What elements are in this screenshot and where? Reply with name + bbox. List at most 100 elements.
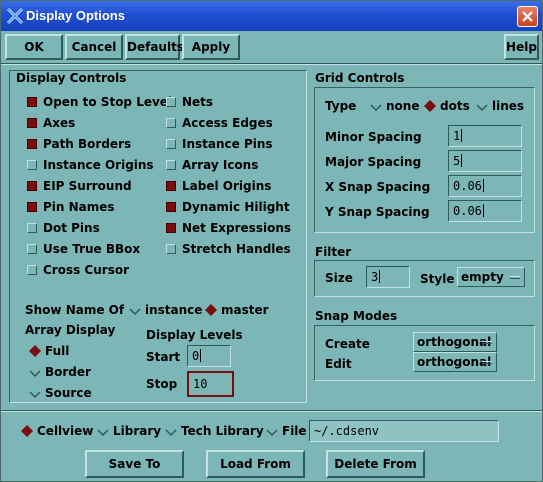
snap-edit-label: Edit [325,357,352,371]
major-spacing-input[interactable]: 5 [448,150,522,172]
checkbox-box [166,139,176,149]
radio-library[interactable]: Library [97,424,161,438]
checkbox-nets[interactable]: Nets [166,94,213,110]
stop-level-label: Stop [146,377,178,391]
checkbox-axes[interactable]: Axes [27,115,75,131]
radio-grid-none[interactable]: none [370,99,419,113]
snap-edit-dropdown[interactable]: orthogonal [413,352,497,372]
delete-from-button[interactable]: Delete From [326,450,425,478]
filter-size-input[interactable]: 3 [366,266,410,288]
radio-instance[interactable]: instance [129,303,202,317]
app-x-icon [6,7,24,25]
checkbox-stretch-handles[interactable]: Stretch Handles [166,241,291,257]
snap-modes-title: Snap Modes [315,309,398,323]
ok-button[interactable]: OK [5,34,63,60]
snap-create-label: Create [325,337,370,351]
radio-unselected-icon [129,308,141,316]
checkbox-box [27,97,37,107]
help-button[interactable]: Help [504,34,539,60]
radio-full[interactable]: Full [29,344,69,358]
checkbox-path-borders[interactable]: Path Borders [27,136,131,152]
checkbox-array-icons[interactable]: Array Icons [166,157,258,173]
checkbox-box [27,160,37,170]
checkbox-box [27,223,37,233]
radio-grid-lines[interactable]: lines [476,99,524,113]
display-levels-label: Display Levels [146,328,243,342]
radio-border[interactable]: Border [29,365,91,379]
checkbox-box [27,244,37,254]
x-snap-spacing-label: X Snap Spacing [325,180,431,194]
display-options-window: Display Options OK Cancel Defaults Apply… [0,0,543,482]
toolbar-divider-highlight [1,64,542,65]
text-cursor [482,204,484,217]
snap-create-dropdown[interactable]: orthogonal [413,332,497,352]
start-level-label: Start [146,350,181,364]
radio-selected-icon [21,425,33,437]
checkbox-dot-pins[interactable]: Dot Pins [27,220,100,236]
close-button[interactable] [517,6,538,27]
defaults-button[interactable]: Defaults [125,34,184,60]
checkbox-box [27,265,37,275]
checkbox-box [27,181,37,191]
checkbox-box [166,223,176,233]
save-to-button[interactable]: Save To [85,450,184,478]
filter-style-dropdown[interactable]: empty [457,267,525,287]
dropdown-marker-icon [482,341,492,344]
radio-file[interactable]: File [266,424,307,438]
radio-selected-icon [205,304,217,316]
checkbox-box [27,202,37,212]
file-path-input[interactable]: ~/.cdsenv [309,420,499,442]
stop-level-input[interactable]: 10 [187,371,234,397]
dropdown-marker-icon [482,361,492,364]
minor-spacing-label: Minor Spacing [325,130,422,144]
dropdown-marker-icon [510,276,520,279]
filter-title: Filter [315,245,352,259]
close-icon [522,11,533,22]
text-cursor [461,154,463,167]
cancel-button[interactable]: Cancel [65,34,123,60]
radio-source[interactable]: Source [29,386,92,400]
array-display-label: Array Display [25,323,116,337]
checkbox-use-true-bbox[interactable]: Use True BBox [27,241,140,257]
checkbox-label-origins[interactable]: Label Origins [166,178,271,194]
start-level-input[interactable]: 0 [187,345,231,367]
grid-type-label: Type [325,99,357,113]
y-snap-spacing-label: Y Snap Spacing [325,205,430,219]
checkbox-box [166,202,176,212]
radio-unselected-icon [266,429,278,437]
checkbox-access-edges[interactable]: Access Edges [166,115,273,131]
display-controls-title: Display Controls [16,71,127,85]
checkbox-dynamic-hilight[interactable]: Dynamic Hilight [166,199,290,215]
checkbox-pin-names[interactable]: Pin Names [27,199,115,215]
text-cursor [379,270,381,283]
filter-style-label: Style [420,272,455,286]
radio-selected-icon [424,100,436,112]
checkbox-box [27,118,37,128]
radio-cellview[interactable]: Cellview [21,424,93,438]
radio-master[interactable]: master [205,303,269,317]
checkbox-open-to-stop-level[interactable]: Open to Stop Level [27,94,172,110]
x-snap-spacing-input[interactable]: 0.06 [448,175,522,197]
window-title: Display Options [26,8,125,23]
bottom-divider-highlight [1,411,542,412]
minor-spacing-input[interactable]: 1 [448,125,522,147]
radio-unselected-icon [29,370,41,378]
checkbox-net-expressions[interactable]: Net Expressions [166,220,291,236]
y-snap-spacing-input[interactable]: 0.06 [448,200,522,222]
checkbox-box [166,118,176,128]
radio-unselected-icon [97,429,109,437]
checkbox-instance-origins[interactable]: Instance Origins [27,157,154,173]
show-name-of-label: Show Name Of [25,303,125,317]
radio-unselected-icon [29,391,41,399]
checkbox-eip-surround[interactable]: EIP Surround [27,178,132,194]
checkbox-box [166,181,176,191]
text-cursor [200,349,202,362]
apply-button[interactable]: Apply [182,34,240,60]
major-spacing-label: Major Spacing [325,155,422,169]
load-from-button[interactable]: Load From [206,450,305,478]
radio-grid-dots[interactable]: dots [424,99,470,113]
checkbox-cross-cursor[interactable]: Cross Cursor [27,262,129,278]
radio-tech-library[interactable]: Tech Library [165,424,264,438]
checkbox-box [27,139,37,149]
checkbox-instance-pins[interactable]: Instance Pins [166,136,273,152]
